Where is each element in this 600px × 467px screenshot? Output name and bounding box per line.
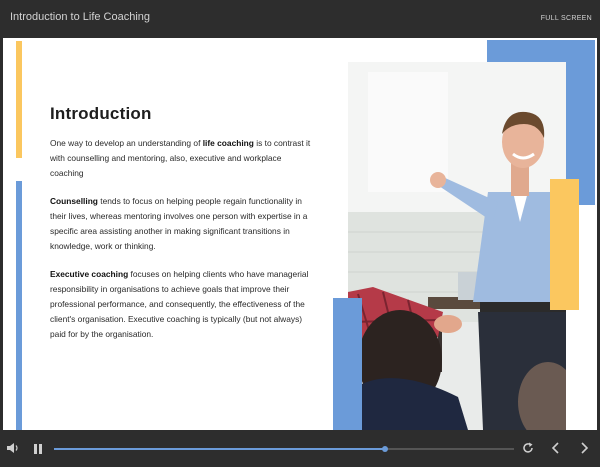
seek-bar-thumb[interactable] [382, 446, 389, 452]
slide: Introduction One way to develop an under… [3, 38, 597, 430]
pause-icon[interactable] [32, 442, 44, 454]
prev-icon[interactable] [549, 441, 563, 455]
yellow-accent-bar [16, 41, 22, 158]
replay-icon[interactable] [521, 441, 535, 455]
fullscreen-button[interactable]: FULL SCREEN [541, 15, 592, 22]
paragraph-bold: Executive coaching [50, 269, 129, 279]
seek-bar-progress [54, 448, 386, 450]
coaching-photo [348, 62, 566, 430]
paragraph-bold: Counselling [50, 196, 98, 206]
paragraph-bold: life coaching [202, 138, 254, 148]
player-controls [0, 430, 600, 467]
blue-accent-block-bottom [333, 298, 362, 430]
paragraph-text: focuses on helping clients who have mana… [50, 269, 309, 339]
slide-content: Introduction One way to develop an under… [50, 104, 315, 355]
paragraph-life-coaching: One way to develop an understanding of l… [50, 136, 315, 181]
paragraph-executive-coaching: Executive coaching focuses on helping cl… [50, 267, 315, 342]
top-bar: Introduction to Life Coaching FULL SCREE… [0, 0, 600, 38]
slide-heading: Introduction [50, 104, 152, 123]
volume-icon[interactable] [6, 441, 20, 455]
yellow-accent-block [550, 179, 579, 310]
seek-bar[interactable] [54, 446, 514, 452]
paragraph-text: One way to develop an understanding of [50, 138, 203, 148]
paragraph-counselling: Counselling tends to focus on helping pe… [50, 194, 315, 254]
blue-accent-bar [16, 181, 22, 430]
next-icon[interactable] [577, 441, 591, 455]
course-title: Introduction to Life Coaching [10, 11, 151, 23]
